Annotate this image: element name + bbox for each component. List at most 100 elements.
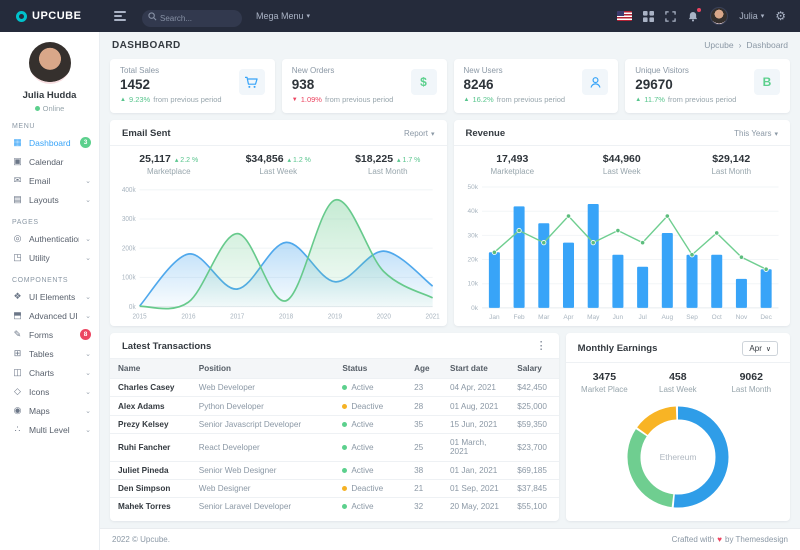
stat-card-body: New Users 8246 ▲ 16.2% from previous per… — [464, 66, 566, 106]
sidebar-item-maps[interactable]: ◉Maps⌄ — [0, 401, 99, 420]
gear-icon[interactable]: ⚙ — [775, 9, 786, 23]
cell-start-date: 01 March, 2021 — [442, 434, 509, 461]
stat-card-unique-visitors: Unique Visitors 29670 ▲ 11.7% from previ… — [625, 59, 790, 113]
breadcrumb-home[interactable]: Upcube — [704, 40, 733, 50]
chevron-down-icon: ⌄ — [85, 350, 91, 358]
svg-text:0k: 0k — [129, 304, 136, 311]
menu-toggle-button[interactable] — [110, 7, 130, 25]
status-dot-icon — [342, 486, 347, 491]
column-header-salary: Salary — [509, 359, 558, 379]
stat-delta: ▴ 1.7 % — [397, 156, 420, 164]
stat-delta: ▼ 1.09% from previous period — [292, 95, 394, 104]
us-flag-icon[interactable] — [617, 11, 632, 21]
svg-text:May: May — [587, 314, 600, 321]
cell-name: Charles Casey — [110, 379, 191, 397]
cell-age: 38 — [406, 461, 442, 479]
search-input[interactable] — [142, 10, 242, 27]
status-dot-icon — [342, 504, 347, 509]
sidebar-item-layouts[interactable]: ▤Layouts⌄ — [0, 190, 99, 209]
sidebar-item-email[interactable]: ✉Email⌄ — [0, 171, 99, 190]
svg-text:2015: 2015 — [133, 313, 147, 320]
svg-text:40k: 40k — [467, 208, 478, 215]
brand-logo[interactable]: UPCUBE — [0, 10, 100, 22]
bell-icon[interactable] — [687, 10, 699, 23]
report-dropdown[interactable]: Report ▾ — [404, 129, 435, 138]
sidebar-item-label: Tables — [29, 349, 79, 359]
cell-position: Web Developer — [191, 379, 335, 397]
sidebar-item-dashboard[interactable]: ▦Dashboard3 — [0, 133, 99, 152]
sidebar-item-calendar[interactable]: ▣Calendar — [0, 152, 99, 171]
stat-card-body: Total Sales 1452 ▲ 9.23% from previous p… — [120, 66, 222, 106]
cell-name: Alex Adams — [110, 397, 191, 415]
stat-label: Unique Visitors — [635, 66, 736, 75]
table-row: Den SimpsonWeb DesignerDeactive2101 Sep,… — [110, 479, 559, 497]
cell-age: 23 — [406, 379, 442, 397]
earnings-stat-market-place: 3475Market Place — [568, 371, 641, 394]
sidebar-item-ui-elements[interactable]: ❖UI Elements⌄ — [0, 287, 99, 306]
cell-name: Ruhi Fancher — [110, 434, 191, 461]
month-select-value: Apr — [749, 344, 761, 353]
chevron-down-icon: ▾ — [774, 130, 778, 138]
arrow-down-icon: ▼ — [292, 97, 298, 103]
stat-label: Last Week — [224, 167, 334, 176]
email-icon: ✉ — [12, 175, 23, 186]
kebab-menu-icon[interactable]: ⋮ — [536, 341, 547, 352]
email-sent-header: Email Sent Report ▾ — [110, 120, 447, 146]
svg-text:Aug: Aug — [661, 314, 673, 321]
sidebar-item-authentication[interactable]: ◎Authentication⌄ — [0, 229, 99, 248]
profile-avatar[interactable] — [29, 42, 71, 84]
svg-text:50k: 50k — [467, 184, 478, 191]
sidebar-item-label: Charts — [29, 368, 79, 378]
sidebar-item-utility[interactable]: ◳Utility⌄ — [0, 248, 99, 267]
month-select[interactable]: Apr ∨ — [742, 341, 778, 356]
this-years-dropdown[interactable]: This Years ▾ — [734, 129, 778, 138]
stat-label: New Orders — [292, 66, 394, 75]
stat-label: Marketplace — [114, 167, 224, 176]
cell-start-date: 15 Jun, 2021 — [442, 415, 509, 433]
sidebar-item-tables[interactable]: ⊞ Tables ⌄ — [0, 344, 99, 363]
sidebar-item-forms[interactable]: ✎Forms8 — [0, 325, 99, 344]
charts-row: Email Sent Report ▾ 25,117▴ 2.2 %Marketp… — [110, 120, 790, 326]
table-row: Ruhi FancherReact DeveloperActive2501 Ma… — [110, 434, 559, 461]
status-dot-icon — [342, 385, 347, 390]
tables-icon: ⊞ — [12, 348, 23, 359]
svg-text:30k: 30k — [467, 232, 478, 239]
apps-grid-icon[interactable] — [643, 11, 654, 22]
svg-text:20k: 20k — [467, 257, 478, 264]
sidebar-item-advanced-ui[interactable]: ⬒Advanced UI⌄ — [0, 306, 99, 325]
sidebar-item-icons[interactable]: ◇Icons⌄ — [0, 382, 99, 401]
sidebar-item-charts[interactable]: ◫Charts⌄ — [0, 363, 99, 382]
mega-menu-button[interactable]: Mega Menu ▾ — [256, 11, 310, 21]
cell-start-date: 01 Jan, 2021 — [442, 461, 509, 479]
page-title: DASHBOARD — [112, 40, 181, 51]
email-stat-last-week: $34,856▴ 1.2 %Last Week — [224, 153, 334, 176]
email-sent-card: Email Sent Report ▾ 25,117▴ 2.2 %Marketp… — [110, 120, 447, 326]
fullscreen-icon[interactable] — [665, 11, 676, 22]
dollar-icon: $ — [411, 69, 437, 95]
status-dot-icon — [342, 445, 347, 450]
stat-value: $18,225 — [355, 153, 393, 165]
cell-name: Juliet Pineda — [110, 461, 191, 479]
column-header-name: Name — [110, 359, 191, 379]
svg-text:2019: 2019 — [328, 313, 342, 320]
chevron-down-icon: ⌄ — [85, 369, 91, 377]
user-avatar[interactable] — [710, 7, 728, 25]
cell-status: Deactive — [334, 397, 406, 415]
cell-age: 35 — [406, 415, 442, 433]
user-menu-button[interactable]: Julia ▾ — [739, 11, 764, 21]
svg-text:2020: 2020 — [377, 313, 391, 320]
sidebar-item-multi-level[interactable]: ∴Multi Level⌄ — [0, 420, 99, 439]
table-row: Mahek TorresSenior Laravel DeveloperActi… — [110, 498, 559, 516]
status-dot-icon — [342, 404, 347, 409]
breadcrumb-separator: › — [739, 40, 742, 50]
dashboard-content: Total Sales 1452 ▲ 9.23% from previous p… — [100, 58, 800, 521]
stat-delta: ▴ 2.2 % — [175, 156, 198, 164]
svg-text:2017: 2017 — [230, 313, 244, 320]
svg-text:100k: 100k — [122, 274, 136, 281]
table-header: NamePositionStatusAgeStart dateSalary — [110, 359, 559, 379]
stat-label: Last Week — [567, 167, 677, 176]
stat-value: 17,493 — [496, 153, 528, 165]
svg-text:Jul: Jul — [638, 314, 647, 321]
arrow-up-icon: ▲ — [464, 97, 470, 103]
svg-text:10k: 10k — [467, 281, 478, 288]
